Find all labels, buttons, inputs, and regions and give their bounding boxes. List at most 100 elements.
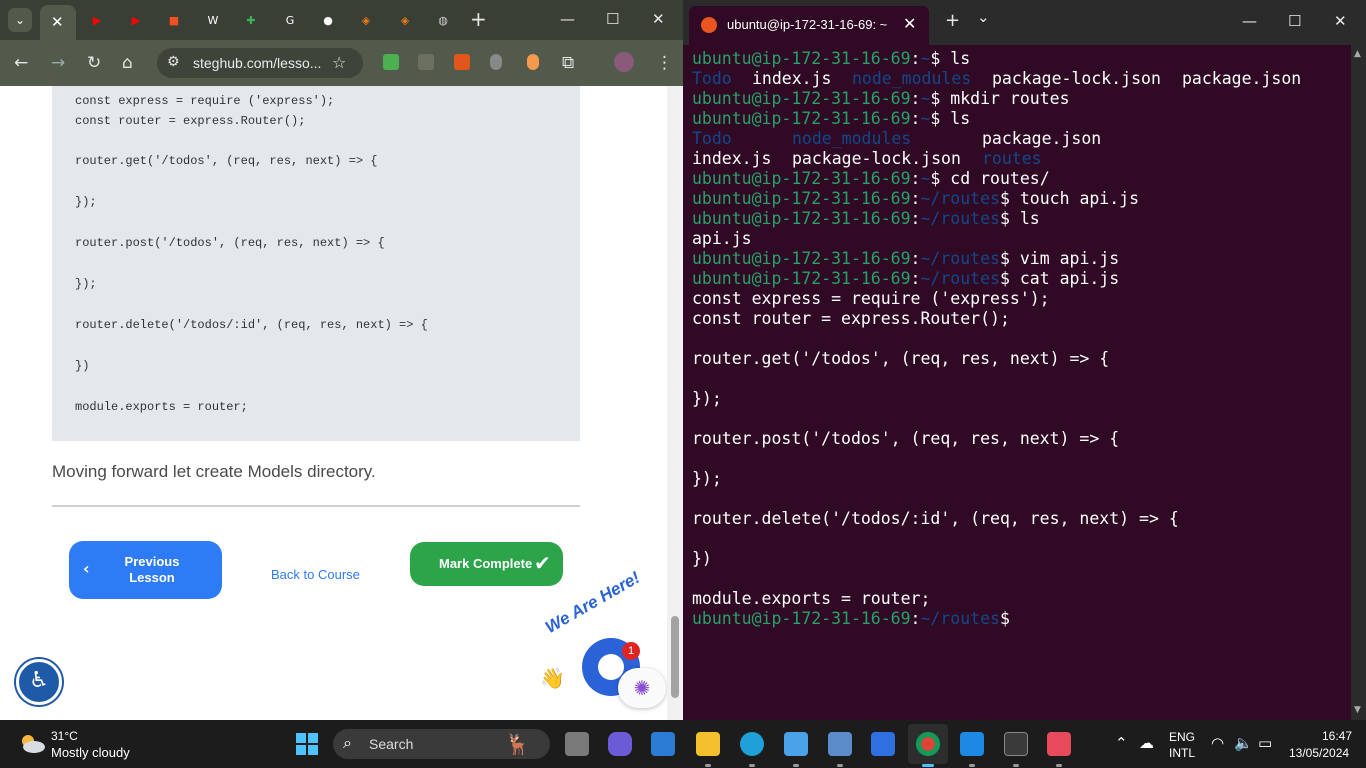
weather-temperature[interactable]: 31°C: [51, 729, 78, 743]
previous-lesson-button[interactable]: ‹ Previous Lesson: [69, 541, 222, 599]
accessibility-button[interactable]: ♿: [16, 659, 62, 705]
globe-icon[interactable]: ◍: [433, 10, 453, 30]
waving-hand-icon: 👋: [540, 666, 565, 690]
bookmark-star-icon[interactable]: ☆: [332, 53, 346, 72]
terminal-prompt-line: ubuntu@ip-172-31-16-69:~/routes$ cat api…: [692, 269, 1119, 289]
code-line: const express = require ('express');: [75, 94, 335, 108]
reload-icon[interactable]: ↻: [87, 53, 101, 73]
todo-icon[interactable]: [871, 732, 895, 756]
site-info-icon[interactable]: ⚙: [167, 54, 180, 70]
code-line: });: [75, 277, 97, 291]
scroll-down-icon[interactable]: ▼: [1354, 705, 1361, 715]
tab-search-button[interactable]: ⌄: [8, 8, 32, 32]
prompt-path: ~: [920, 109, 931, 128]
edge-icon[interactable]: [740, 732, 764, 756]
clock-date[interactable]: 13/05/2024: [1289, 746, 1349, 760]
prompt-user: ubuntu@ip-172-31-16-69: [692, 249, 911, 268]
youtube-icon[interactable]: ▶: [126, 10, 146, 30]
chat-notification-badge: 1: [622, 642, 640, 660]
chat-widget[interactable]: We Are Here! 👋 1 ✺: [538, 568, 668, 720]
store-icon[interactable]: [651, 732, 675, 756]
language-indicator[interactable]: ENG: [1169, 730, 1195, 744]
mark-complete-button[interactable]: Mark Complete ✔: [410, 542, 563, 586]
directory-entry: routes: [982, 149, 1042, 168]
notepad-icon[interactable]: [784, 732, 808, 756]
terminal-minimize-button[interactable]: —: [1242, 12, 1257, 30]
scrollbar-thumb[interactable]: [671, 616, 679, 698]
terminal-maximize-button[interactable]: ☐: [1288, 12, 1301, 30]
windows-taskbar: 31°C Mostly cloudy ⌕ Search 🦌 ⌃ ☁ ENG IN…: [0, 720, 1366, 768]
meet-icon[interactable]: [608, 732, 632, 756]
google-icon[interactable]: G: [280, 10, 300, 30]
command-text: cd routes/: [940, 169, 1050, 188]
back-to-course-link[interactable]: Back to Course: [271, 567, 360, 582]
wifi-icon[interactable]: ◠: [1211, 734, 1224, 752]
new-tab-button[interactable]: +: [470, 7, 487, 31]
forward-icon[interactable]: →: [51, 53, 65, 73]
extension-tool-icon[interactable]: [454, 54, 470, 70]
prompt-dollar: $: [930, 49, 941, 68]
terminal-close-button[interactable]: ✕: [1334, 12, 1347, 30]
maximize-button[interactable]: ☐: [606, 10, 619, 28]
extensions-puzzle-icon[interactable]: ⧉: [562, 53, 574, 73]
clock-time[interactable]: 16:47: [1322, 729, 1352, 743]
file-entry: index.js: [692, 149, 772, 168]
extension-green-icon[interactable]: ✚: [241, 10, 261, 30]
microsoft-icon[interactable]: ■: [164, 10, 184, 30]
terminal-dropdown-icon[interactable]: ⌄: [977, 8, 990, 26]
back-icon[interactable]: ←: [14, 53, 28, 73]
extension-code-icon[interactable]: [418, 54, 434, 70]
address-bar[interactable]: ⚙ steghub.com/lesso... ☆: [157, 48, 363, 78]
weather-description[interactable]: Mostly cloudy: [51, 745, 130, 760]
chrome-menu-icon[interactable]: ⋮: [656, 53, 673, 73]
prompt-user: ubuntu@ip-172-31-16-69: [692, 169, 911, 188]
terminal-output[interactable]: ubuntu@ip-172-31-16-69:~$ ls Todo index.js…: [692, 49, 1362, 689]
terminal-icon[interactable]: [1004, 732, 1028, 756]
prompt-separator: :: [910, 169, 921, 188]
code-block: const express = require ('express'); cons…: [52, 86, 580, 441]
vscode-icon[interactable]: [960, 732, 984, 756]
youtube-icon[interactable]: ▶: [87, 10, 107, 30]
extension-grey-icon[interactable]: [490, 54, 502, 70]
windows-start-icon[interactable]: [296, 733, 318, 755]
terminal-tab-close-icon[interactable]: ✕: [903, 14, 916, 33]
chevron-up-icon[interactable]: ⌃: [1115, 734, 1128, 752]
tab-close-icon[interactable]: ✕: [51, 13, 64, 31]
terminal-tab[interactable]: ubuntu@ip-172-31-16-69: ~/routes ✕: [689, 6, 929, 45]
profile-avatar[interactable]: [614, 52, 634, 72]
terminal-output-line: api.js: [692, 229, 752, 248]
file-entry: package.json: [1182, 69, 1302, 88]
taskbar-search[interactable]: ⌕ Search 🦌: [333, 729, 550, 759]
steghub-icon[interactable]: ◈: [395, 10, 415, 30]
volume-icon[interactable]: 🔈: [1234, 734, 1253, 752]
close-window-button[interactable]: ✕: [652, 10, 665, 28]
terminal-prompt-line: ubuntu@ip-172-31-16-69:~$ mkdir routes: [692, 89, 1070, 109]
cloud-sync-icon[interactable]: ☁: [1139, 734, 1154, 752]
chevron-left-icon: ‹: [83, 559, 90, 578]
extension-download-icon[interactable]: [383, 54, 399, 70]
file-explorer-icon[interactable]: [696, 732, 720, 756]
home-icon[interactable]: ⌂: [122, 53, 133, 73]
extension-orange-icon[interactable]: [527, 54, 539, 70]
remote-desktop-icon[interactable]: [828, 732, 852, 756]
terminal-new-tab-button[interactable]: +: [945, 10, 960, 31]
cloudy-weather-icon[interactable]: [18, 732, 46, 754]
wikipedia-icon[interactable]: W: [203, 10, 223, 30]
github-icon[interactable]: ●: [318, 10, 338, 30]
active-tab[interactable]: ✕: [40, 5, 76, 40]
page-scrollbar[interactable]: [667, 86, 683, 720]
search-label: Search: [369, 736, 414, 752]
minimize-button[interactable]: —: [560, 10, 575, 28]
task-view-icon[interactable]: [565, 732, 589, 756]
url-text[interactable]: steghub.com/lesso...: [193, 55, 321, 71]
prompt-path: ~/routes: [920, 609, 1000, 628]
terminal-scrollbar[interactable]: ▲ ▼: [1351, 45, 1366, 720]
command-text: cat api.js: [1009, 269, 1120, 288]
battery-icon[interactable]: ▭: [1258, 734, 1272, 752]
snipping-tool-icon[interactable]: [1047, 732, 1071, 756]
steghub-icon[interactable]: ◈: [356, 10, 376, 30]
scroll-up-icon[interactable]: ▲: [1354, 49, 1361, 59]
chrome-icon[interactable]: [916, 732, 940, 756]
keyboard-layout-indicator[interactable]: INTL: [1169, 746, 1195, 760]
ai-assistant-icon[interactable]: ✺: [618, 668, 666, 708]
